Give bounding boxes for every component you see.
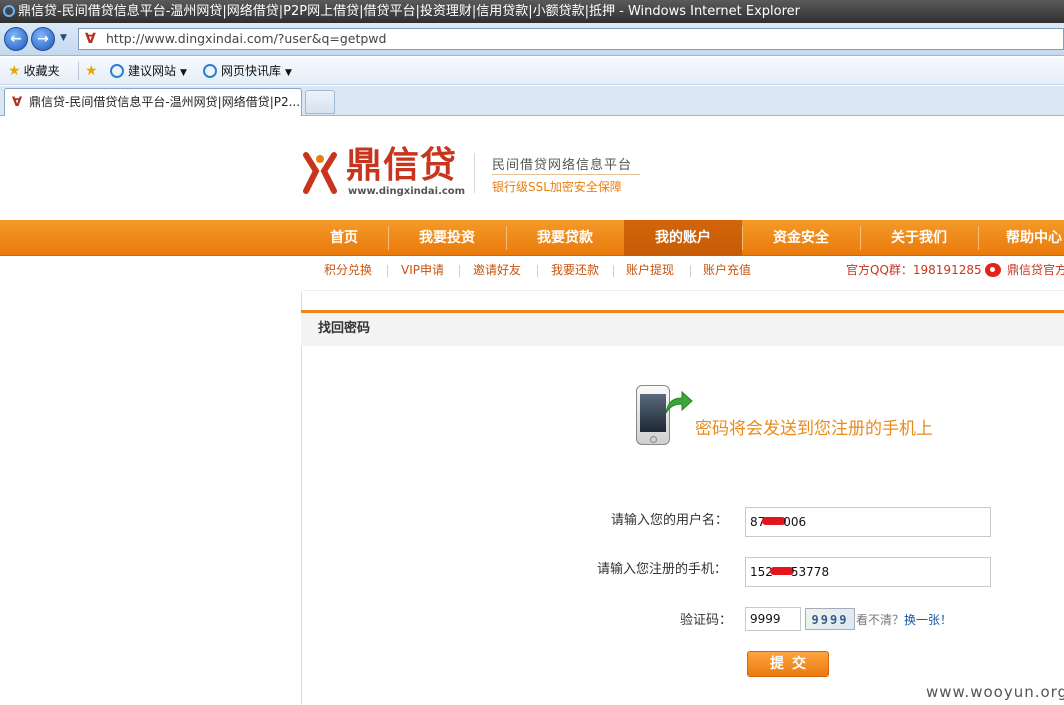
captcha-refresh-link[interactable]: 换一张！ — [904, 613, 952, 627]
address-bar[interactable]: ∀ http://www.dingxindai.com/?user&q=getp… — [78, 28, 1064, 50]
subnav-item-points-exchange[interactable]: 积分兑换 — [324, 257, 372, 283]
suggested-sites-button[interactable]: 建议网站 ▼ — [110, 62, 187, 80]
subnav-divider — [690, 265, 691, 277]
new-tab-button[interactable] — [305, 90, 335, 114]
captcha-hint: 看不清？换一张！ — [856, 613, 953, 627]
wooyun-watermark: www.wooyun.org — [926, 683, 1064, 701]
ie-logo-icon — [3, 5, 15, 17]
nav-item-invest[interactable]: 我要投资 — [388, 220, 506, 256]
captcha-image[interactable]: 9999 — [805, 608, 855, 630]
favbar-divider — [78, 62, 79, 80]
send-message: 密码将会发送到您注册的手机上 — [695, 419, 933, 439]
caret-down-icon: ▼ — [285, 68, 292, 78]
username-input[interactable]: 87 006 — [745, 507, 991, 537]
content-left-border — [301, 292, 302, 705]
nav-item-loan[interactable]: 我要贷款 — [506, 220, 624, 256]
subnav-divider — [613, 265, 614, 277]
submit-button[interactable]: 提交 — [747, 651, 829, 677]
logo-url: www.dingxindai.com — [348, 186, 466, 197]
ie-page-icon — [203, 64, 217, 78]
forward-button[interactable]: → — [31, 27, 55, 51]
add-favorite-icon: ★ — [85, 63, 98, 79]
add-favorites-button[interactable]: ★ — [85, 62, 101, 80]
address-url[interactable]: http://www.dingxindai.com/?user&q=getpwd — [106, 29, 386, 49]
slogan-divider — [492, 174, 640, 175]
sub-nav: 积分兑换 VIP申请 邀请好友 我要还款 账户提现 账户充值 官方QQ群：198… — [301, 257, 1064, 291]
site-favicon-icon: ∀ — [85, 31, 96, 47]
subnav-item-withdraw[interactable]: 账户提现 — [626, 257, 674, 283]
subnav-divider — [459, 265, 460, 277]
nav-item-home[interactable]: 首页 — [285, 220, 403, 256]
logo-text[interactable]: 鼎信贷 — [346, 143, 457, 187]
window-title: 鼎信贷-民间借贷信息平台-温州网贷|网络借贷|P2P网上借贷|借贷平台|投资理财… — [18, 4, 800, 19]
logo-divider — [474, 153, 475, 193]
browser-navbar: ← → ▼ ∀ http://www.dingxindai.com/?user&… — [0, 23, 1064, 56]
star-icon: ★ — [8, 63, 21, 79]
site-favicon-icon: ∀ — [12, 95, 23, 110]
ie-page-icon — [110, 64, 124, 78]
favorites-bar: ★ 收藏夹 ★ 建议网站 ▼ 网页快讯库 ▼ — [0, 57, 1064, 85]
back-button[interactable]: ← — [4, 27, 28, 51]
page-content: 鼎信贷 www.dingxindai.com 民间借贷网络信息平台 银行级SSL… — [0, 117, 1064, 705]
subnav-divider — [537, 265, 538, 277]
nav-item-help-center[interactable]: 帮助中心 — [978, 220, 1064, 256]
nav-item-fund-safety[interactable]: 资金安全 — [742, 220, 860, 256]
slogan-sub: 银行级SSL加密安全保障 — [492, 180, 622, 194]
subnav-item-recharge[interactable]: 账户充值 — [703, 257, 751, 283]
subnav-item-vip-apply[interactable]: VIP申请 — [401, 257, 444, 283]
send-arrow-icon — [665, 390, 693, 414]
panel-header: 找回密码 — [301, 310, 1064, 346]
window-titlebar: 鼎信贷-民间借贷信息平台-温州网贷|网络借贷|P2P网上借贷|借贷平台|投资理财… — [0, 0, 1064, 23]
subnav-divider — [387, 265, 388, 277]
main-nav: 首页 我要投资 我要贷款 我的账户 资金安全 关于我们 帮助中心 — [0, 220, 1064, 256]
qq-group: 官方QQ群：198191285 — [846, 263, 982, 277]
nav-item-about-us[interactable]: 关于我们 — [860, 220, 978, 256]
nav-item-my-account[interactable]: 我的账户 — [624, 220, 742, 256]
captcha-input[interactable]: 9999 — [745, 607, 801, 631]
slogan-main: 民间借贷网络信息平台 — [492, 158, 633, 173]
weibo-link[interactable]: 鼎信贷官方 — [1007, 257, 1064, 283]
captcha-label: 验证码： — [680, 613, 733, 628]
dingxindai-logo-icon[interactable] — [302, 151, 338, 195]
subnav-item-repay[interactable]: 我要还款 — [551, 257, 599, 283]
phone-label: 请输入您注册的手机： — [597, 562, 728, 577]
panel-title: 找回密码 — [318, 321, 371, 336]
caret-down-icon: ▼ — [180, 68, 187, 78]
web-slices-button[interactable]: 网页快讯库 ▼ — [203, 62, 292, 80]
tab-active[interactable]: ∀ 鼎信贷-民间借贷信息平台-温州网贷|网络借贷|P2... — [4, 88, 302, 116]
phone-input[interactable]: 152 53778 — [745, 557, 991, 587]
tab-title: 鼎信贷-民间借贷信息平台-温州网贷|网络借贷|P2... — [29, 95, 301, 109]
subnav-item-invite-friends[interactable]: 邀请好友 — [473, 257, 521, 283]
weibo-icon[interactable] — [985, 263, 1001, 277]
username-label: 请输入您的用户名： — [611, 513, 729, 528]
tab-bar: ∀ 鼎信贷-民间借贷信息平台-温州网贷|网络借贷|P2... — [0, 86, 1064, 116]
favorites-button[interactable]: ★ 收藏夹 — [8, 62, 60, 80]
history-dropdown-icon[interactable]: ▼ — [60, 33, 67, 43]
